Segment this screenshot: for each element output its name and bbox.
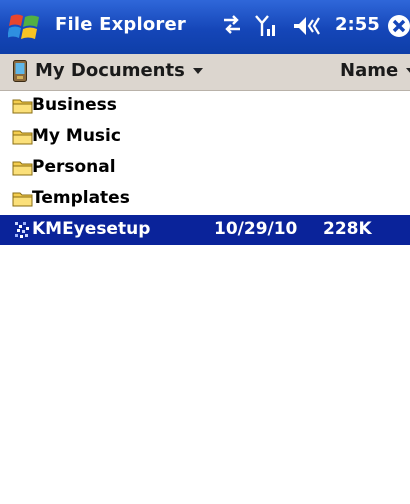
volume-icon[interactable] [292, 14, 326, 38]
item-name: Templates [32, 188, 130, 208]
list-item-business[interactable]: Business [0, 91, 410, 122]
sort-dropdown[interactable]: Name [340, 60, 410, 81]
folder-icon [12, 130, 33, 145]
clock-time[interactable]: 2:55 [335, 14, 380, 35]
item-name: KMEyesetup [32, 219, 151, 239]
folder-icon [12, 192, 33, 207]
folder-dropdown-label: My Documents [35, 60, 185, 81]
sort-dropdown-label: Name [340, 60, 399, 81]
windows-start-icon[interactable] [8, 10, 42, 44]
folder-icon [12, 99, 33, 114]
title-bar: File Explorer 2:55 [0, 0, 410, 54]
list-item-templates[interactable]: Templates [0, 184, 410, 215]
item-size: 228K [323, 219, 372, 239]
signal-icon[interactable] [254, 14, 278, 38]
folder-icon [12, 161, 33, 176]
folder-dropdown[interactable]: My Documents [35, 60, 203, 81]
item-name: Personal [32, 157, 116, 177]
app-title: File Explorer [55, 14, 186, 35]
close-icon[interactable] [386, 13, 410, 39]
item-name: My Music [32, 126, 121, 146]
setup-file-icon [15, 222, 29, 238]
item-name: Business [32, 95, 117, 115]
list-item-kmeyesetup[interactable]: KMEyesetup 10/29/10 228K [0, 215, 410, 245]
connectivity-icon[interactable] [221, 14, 243, 36]
item-date: 10/29/10 [214, 219, 298, 239]
path-toolbar: My Documents Name [0, 54, 410, 91]
device-icon [13, 60, 27, 82]
chevron-down-icon [406, 67, 410, 74]
chevron-down-icon [192, 67, 203, 74]
list-item-personal[interactable]: Personal [0, 153, 410, 184]
file-list: Business My Music Personal Templates KME… [0, 91, 410, 245]
list-item-my-music[interactable]: My Music [0, 122, 410, 153]
